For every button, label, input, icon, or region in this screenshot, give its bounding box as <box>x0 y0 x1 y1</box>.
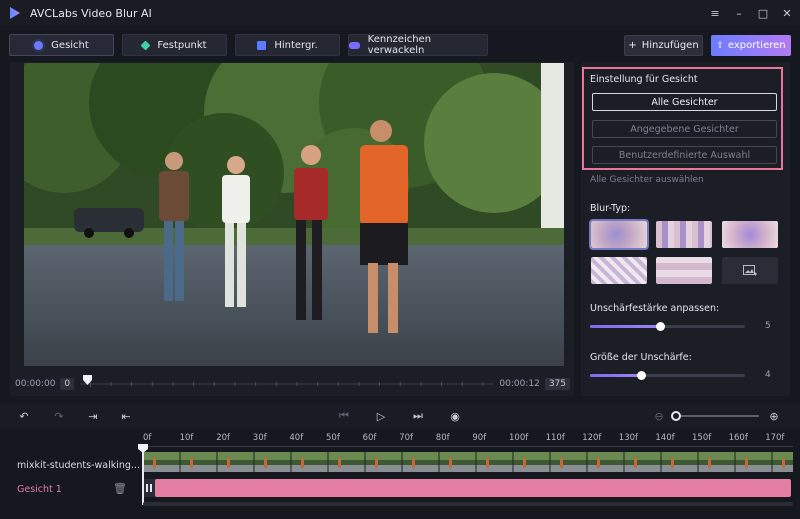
ruler-label: 80f <box>435 433 450 443</box>
zoom-out-icon[interactable]: ⊖ <box>652 409 666 423</box>
size-value: 4 <box>765 370 771 380</box>
mark-in-icon[interactable]: ⇥ <box>86 409 100 423</box>
close-icon[interactable]: ✕ <box>780 6 794 20</box>
pause-icon <box>146 484 152 492</box>
ruler-label: 170f <box>765 433 785 443</box>
ruler-label: 30f <box>252 433 267 443</box>
timeline-playhead[interactable] <box>142 447 144 505</box>
add-button[interactable]: + Hinzufügen <box>624 35 703 56</box>
scrub-playhead[interactable] <box>83 375 92 385</box>
add-button-label: Hinzufügen <box>641 40 699 51</box>
mode-tabs: Gesicht Festpunkt Hintergr. Kennzeichen … <box>9 34 488 56</box>
play-icon[interactable]: ▷ <box>374 409 388 423</box>
face-track-label[interactable]: Gesicht 1 <box>17 484 62 495</box>
option-all-faces[interactable]: Alle Gesichter <box>592 93 777 111</box>
export-icon: ⇪ <box>716 40 724 51</box>
ruler-ticks <box>143 446 793 447</box>
blur-type-custom[interactable] <box>722 257 778 284</box>
blur-type-label: Blur-Typ: <box>590 203 631 214</box>
strength-label: Unschärfestärke anpassen: <box>590 303 720 314</box>
frame-start: 0 <box>60 378 75 390</box>
timeline-scrollbar[interactable] <box>143 502 793 506</box>
tab-face[interactable]: Gesicht <box>9 34 114 56</box>
ruler-label: 20f <box>216 433 230 443</box>
export-button-label: exportieren <box>727 40 786 51</box>
video-track-label[interactable]: mixkit-students-walking... <box>17 460 140 471</box>
ruler-label: 50f <box>326 433 340 443</box>
option-custom-selection[interactable]: Benutzerdefinierte Auswahl <box>592 146 777 164</box>
background-icon <box>257 40 267 50</box>
clip-thumbnails <box>143 452 793 472</box>
ruler-label: 160f <box>728 433 748 443</box>
trash-icon[interactable]: 🗑 <box>113 482 127 495</box>
ruler-label: 110f <box>545 433 565 443</box>
point-icon <box>140 40 151 50</box>
face-track-handle[interactable] <box>143 479 155 497</box>
face-track-segment[interactable] <box>155 479 791 497</box>
app-title: AVCLabs Video Blur AI <box>30 6 152 20</box>
ruler-label: 60f <box>362 433 377 443</box>
scrub-ticks <box>80 381 494 387</box>
blur-type-mosaic[interactable] <box>656 221 712 248</box>
ruler-label: 100f <box>509 433 529 443</box>
ruler-label: 90f <box>472 433 487 443</box>
tab-label: Festpunkt <box>157 39 207 51</box>
redo-icon[interactable]: ↷ <box>52 409 66 423</box>
time-end: 00:00:12 <box>499 379 540 389</box>
time-start: 00:00:00 <box>15 379 56 389</box>
zoom-in-icon[interactable]: ⊕ <box>767 409 781 423</box>
ruler-label: 150f <box>692 433 712 443</box>
size-slider[interactable] <box>590 371 745 380</box>
ruler-label: 70f <box>399 433 413 443</box>
face-settings-title: Einstellung für Gesicht <box>590 74 698 85</box>
ruler-label: 10f <box>179 433 194 443</box>
tab-label: Kennzeichen verwackeln <box>367 34 432 56</box>
ruler-label: 40f <box>289 433 304 443</box>
size-label: Größe der Unschärfe: <box>590 352 692 363</box>
strength-value: 5 <box>765 321 771 331</box>
face-icon <box>34 40 44 50</box>
zoom-slider-knob[interactable] <box>671 411 681 421</box>
mark-out-icon[interactable]: ⇤ <box>119 409 133 423</box>
strength-slider-knob[interactable] <box>655 322 665 331</box>
minimize-icon[interactable]: – <box>732 6 746 20</box>
blur-type-gaussian[interactable] <box>589 219 649 250</box>
tab-label: Hintergr. <box>274 39 318 51</box>
face-hint: Alle Gesichter auswählen <box>590 175 704 185</box>
title-bar: AVCLabs Video Blur AI ≡ – □ ✕ <box>0 0 800 26</box>
export-button[interactable]: ⇪ exportieren <box>711 35 791 56</box>
tab-fixed-point[interactable]: Festpunkt <box>122 34 227 56</box>
menu-icon[interactable]: ≡ <box>708 6 722 20</box>
size-slider-fill <box>590 374 642 377</box>
strength-slider[interactable] <box>590 322 745 331</box>
blur-type-tile[interactable] <box>656 257 712 284</box>
image-add-icon <box>743 264 757 275</box>
ruler-label: 120f <box>582 433 602 443</box>
tab-background[interactable]: Hintergr. <box>235 34 340 56</box>
undo-icon[interactable]: ↶ <box>17 409 31 423</box>
strength-slider-fill <box>590 325 660 328</box>
car-icon <box>349 41 360 49</box>
blur-type-pixel-soft[interactable] <box>722 221 778 248</box>
tab-label: Gesicht <box>51 39 89 51</box>
frame-end: 375 <box>544 378 570 390</box>
app-logo-icon <box>10 7 20 19</box>
zoom-slider[interactable] <box>676 415 759 417</box>
plus-icon: + <box>628 40 637 51</box>
ruler-label: 140f <box>655 433 675 443</box>
ruler-label: 130f <box>618 433 639 443</box>
preview-scrubber[interactable]: 00:00:00 0 00:00:12 375 <box>15 378 570 390</box>
timeline-playhead-marker[interactable] <box>138 444 148 453</box>
next-frame-icon[interactable]: ⏭ <box>411 409 425 423</box>
preview-eye-icon[interactable]: ◉ <box>448 409 462 423</box>
video-preview[interactable] <box>24 63 564 366</box>
ruler-label: 0f <box>143 433 152 443</box>
blur-type-glass[interactable] <box>591 257 647 284</box>
tab-license-plate[interactable]: Kennzeichen verwackeln <box>348 34 488 56</box>
option-specified-faces[interactable]: Angegebene Gesichter <box>592 120 777 138</box>
maximize-icon[interactable]: □ <box>756 6 770 20</box>
video-clip[interactable] <box>143 452 793 472</box>
prev-frame-icon[interactable]: ⏮ <box>337 409 351 423</box>
